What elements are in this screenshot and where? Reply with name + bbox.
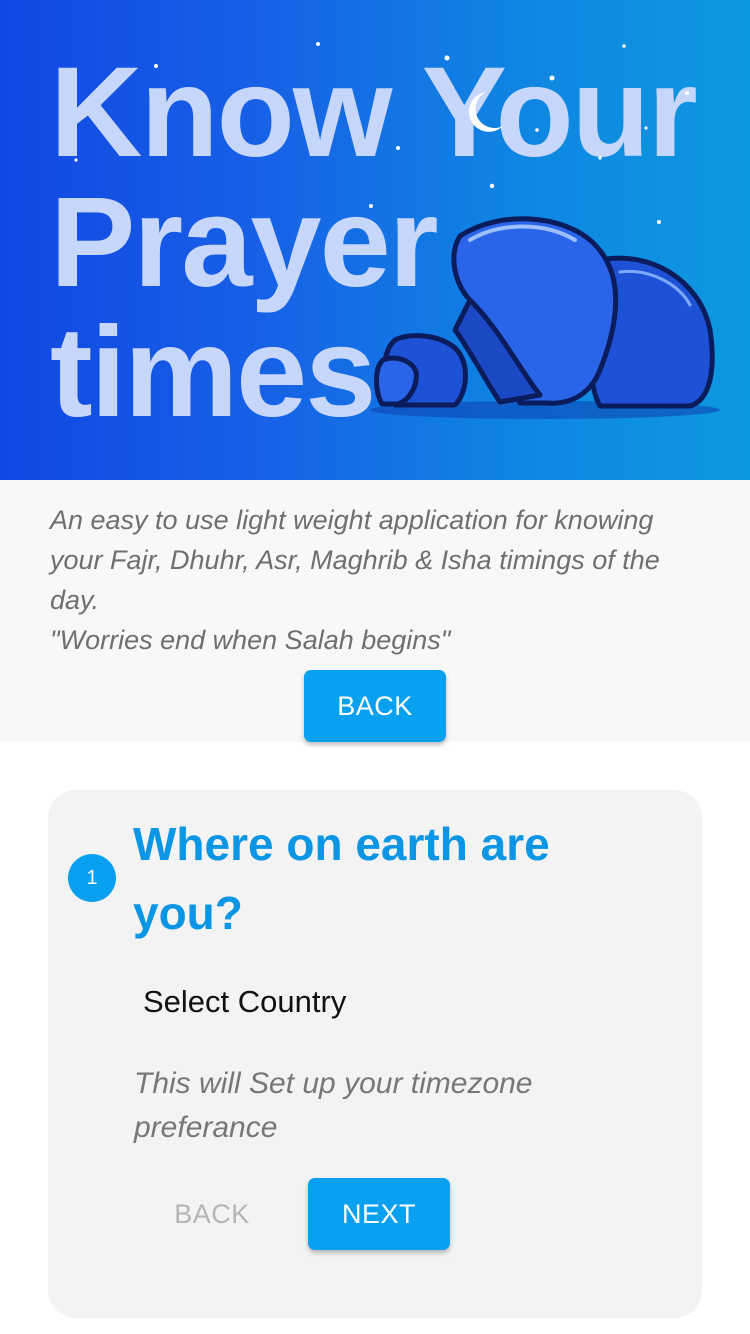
hero-banner: Know Your Prayer times bbox=[0, 0, 750, 480]
intro-back-button[interactable]: BACK bbox=[304, 670, 446, 742]
step-title: Where on earth are you? bbox=[133, 818, 550, 939]
crescent-moon-icon bbox=[468, 92, 503, 132]
step-number-badge: 1 bbox=[68, 854, 116, 902]
country-select[interactable]: Select Country bbox=[143, 982, 543, 1022]
hero-illustration bbox=[74, 42, 720, 419]
intro-text: An easy to use light weight application … bbox=[50, 500, 710, 660]
star-icon bbox=[74, 42, 689, 224]
step-back-button[interactable]: BACK bbox=[148, 1178, 276, 1250]
praying-person-illustration bbox=[374, 216, 715, 409]
timezone-hint: This will Set up your timezone preferanc… bbox=[134, 1067, 533, 1144]
intro-description: An easy to use light weight application … bbox=[50, 505, 660, 615]
intro-quote: "Worries end when Salah begins" bbox=[50, 625, 451, 655]
step-next-button[interactable]: NEXT bbox=[308, 1178, 450, 1250]
setup-step-card: 1 Where on earth are you? Select Country… bbox=[48, 790, 702, 1318]
intro-section: An easy to use light weight application … bbox=[0, 480, 750, 742]
